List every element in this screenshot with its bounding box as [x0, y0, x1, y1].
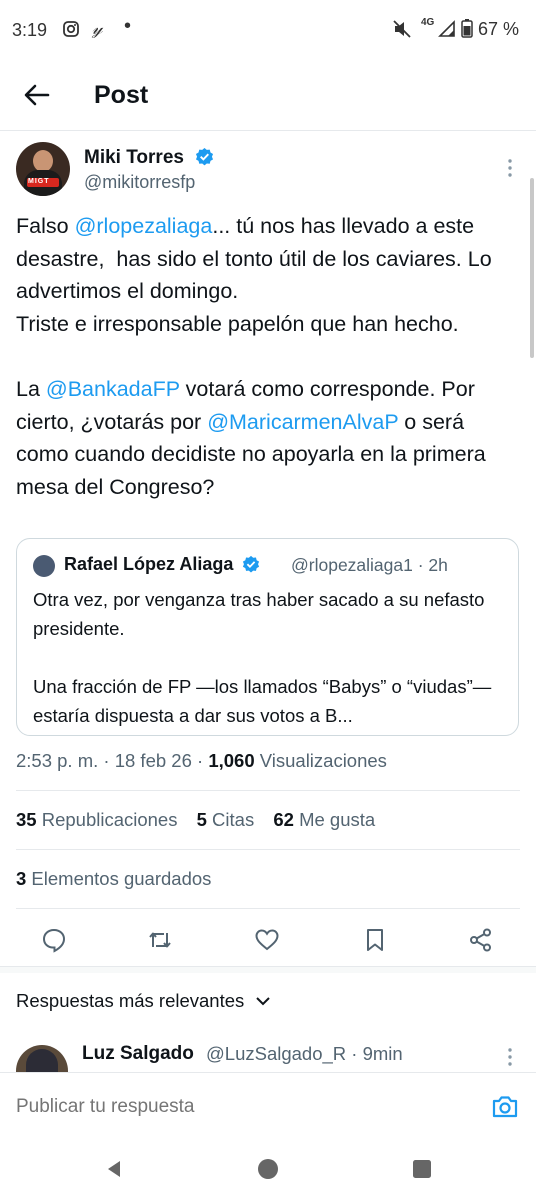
mention-link[interactable]: @BankadaFP: [46, 377, 180, 401]
arrow-left-icon[interactable]: [20, 78, 54, 112]
tweet-text-segment: ... tú nos has llevado a este desastre, …: [16, 214, 492, 401]
tweet-timestamp: 2:53 p. m. · 18 feb 26 ·: [16, 750, 209, 771]
verified-badge-icon: [243, 555, 260, 573]
bookmarks-stat[interactable]: 3 Elementos guardados: [16, 868, 211, 890]
likes-count: 62: [273, 809, 294, 830]
section-separator: [0, 966, 536, 973]
mention-link[interactable]: @MaricarmenAlvaP: [207, 410, 398, 434]
divider: [16, 790, 520, 791]
battery-icon: [461, 19, 473, 38]
page-title: Post: [94, 81, 149, 109]
bookmarks-count: 3: [16, 868, 27, 889]
more-options-icon[interactable]: [500, 158, 520, 178]
more-options-icon[interactable]: [500, 1047, 520, 1067]
avatar-label: MIGT: [28, 178, 50, 185]
avatar[interactable]: MIGT: [16, 142, 70, 196]
quote-author-name: Rafael López Aliaga: [64, 554, 260, 575]
reply-input[interactable]: [16, 1096, 436, 1118]
views-count: 1,060: [208, 750, 255, 771]
tweet-text: Falso @rlopezaliaga... tú nos has llevad…: [16, 210, 521, 503]
like-icon[interactable]: [254, 927, 280, 953]
yahoo-icon: 𝓎: [92, 18, 103, 39]
bookmark-icon[interactable]: [362, 927, 388, 953]
repost-icon[interactable]: [147, 927, 173, 953]
divider: [16, 849, 520, 850]
reply-icon[interactable]: [41, 927, 67, 953]
bookmarks-label: Elementos guardados: [26, 868, 212, 889]
status-time: 3:19: [12, 20, 48, 40]
camera-icon[interactable]: [491, 1094, 519, 1120]
chevron-down-icon: [256, 997, 271, 1006]
replies-sort-dropdown[interactable]: Respuestas más relevantes: [16, 990, 271, 1012]
nav-back-icon[interactable]: [103, 1158, 125, 1180]
tweet-meta: 2:53 p. m. · 18 feb 26 · 1,060 Visualiza…: [16, 750, 387, 772]
quotes-stat[interactable]: 5 Citas: [197, 809, 255, 830]
reply-avatar[interactable]: [16, 1045, 68, 1075]
reposts-label: Republicaciones: [36, 809, 178, 830]
quotes-count: 5: [196, 809, 207, 830]
quote-author-name-text: Rafael López Aliaga: [64, 554, 234, 574]
quote-avatar: [33, 555, 55, 577]
tweet-text-segment: Falso: [16, 214, 75, 238]
nav-home-icon[interactable]: [257, 1158, 279, 1180]
network-type: 4G: [421, 17, 435, 28]
tweet-stats: 35 Republicaciones 5 Citas 62 Me gusta: [16, 809, 375, 831]
likes-label: Me gusta: [293, 809, 376, 830]
reply-author-handle[interactable]: @LuzSalgado_R · 9min: [206, 1043, 403, 1065]
likes-stat[interactable]: 62 Me gusta: [273, 809, 375, 830]
instagram-icon: [63, 21, 79, 37]
quotes-label: Citas: [206, 809, 255, 830]
quote-text: Otra vez, por venganza tras haber sacado…: [33, 589, 492, 726]
top-bar: Post: [0, 60, 536, 131]
system-navigation-bar: [0, 1142, 536, 1200]
status-bar: 3:19 𝓎 • 4G 67 %: [0, 0, 536, 60]
mute-icon: [393, 20, 411, 38]
mention-link[interactable]: @rlopezaliaga: [75, 214, 213, 238]
dot-icon: •: [124, 15, 132, 37]
author-name[interactable]: Miki Torres: [84, 147, 214, 169]
scrollbar[interactable]: [530, 178, 534, 358]
quote-author-handle: @rlopezaliaga1 · 2h: [291, 555, 448, 575]
share-icon[interactable]: [468, 927, 494, 953]
reply-bar: [0, 1072, 536, 1143]
replies-sort-label: Respuestas más relevantes: [16, 990, 245, 1011]
reposts-count: 35: [16, 809, 37, 830]
nav-recents-icon[interactable]: [412, 1159, 432, 1179]
reply-author-name[interactable]: Luz Salgado: [82, 1043, 194, 1065]
signal-icon: [438, 20, 455, 37]
battery-level: 67 %: [478, 19, 520, 39]
quoted-tweet[interactable]: Rafael López Aliaga @rlopezaliaga1 · 2h …: [16, 538, 519, 736]
author-name-text: Miki Torres: [84, 147, 184, 168]
divider: [16, 908, 520, 909]
views-label: Visualizaciones: [254, 750, 387, 771]
author-handle[interactable]: @mikitorresfp: [84, 172, 195, 193]
verified-badge-icon: [196, 147, 214, 166]
action-bar: [0, 915, 536, 965]
reposts-stat[interactable]: 35 Republicaciones: [16, 809, 177, 830]
